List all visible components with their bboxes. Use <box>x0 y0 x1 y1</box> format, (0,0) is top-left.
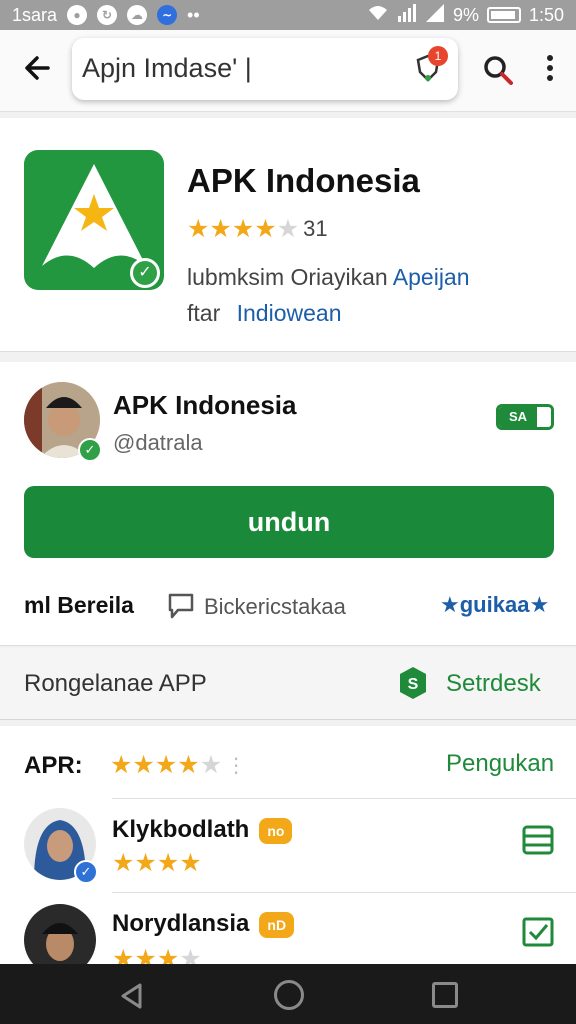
reviewer-name-text: Klykbodlath <box>112 816 250 843</box>
checkbox-icon[interactable] <box>522 916 554 948</box>
download-button[interactable]: undun <box>24 486 554 558</box>
related-action-link[interactable]: Setrdesk <box>446 670 541 698</box>
more-icon: ⋮ <box>226 754 247 777</box>
carrier-label: 1sara <box>12 4 58 25</box>
app-screen: 1sara ● ↻ ☁ ∼ •• 9% 1:50 Apjn Imdase' | … <box>0 0 576 1024</box>
star-left-icon: ★ <box>440 592 460 617</box>
reviews-title: APR: <box>24 752 83 779</box>
chat-bubble-icon[interactable] <box>166 592 196 620</box>
description-text: lubmksim Oriayikan <box>187 264 388 290</box>
svg-text:S: S <box>408 676 419 693</box>
app-title: APK Indonesia <box>187 162 420 199</box>
search-icon[interactable] <box>482 54 514 86</box>
sync-icon: ↻ <box>97 5 118 25</box>
star-icon: ★ <box>132 751 155 779</box>
favorite-label: guikaa <box>459 592 530 617</box>
link-icon: ∼ <box>157 5 178 25</box>
reviewer-badge: nD <box>259 911 295 938</box>
star-empty-icon: ★ <box>199 751 223 779</box>
more-notifications-icon: •• <box>187 4 200 25</box>
battery-percent: 9% <box>452 4 479 25</box>
toggle-label: SA <box>499 407 537 427</box>
verified-check-icon: ✓ <box>130 258 160 288</box>
reviews-section: APR: ★ ★ ★ ★ ★ ⋮ Pengukan ✓ Klykbodlath n… <box>0 726 576 976</box>
clock: 1:50 <box>528 4 564 25</box>
signal-2-icon <box>425 3 445 27</box>
rating-count: 31 <box>303 216 328 241</box>
notification-badge: 1 <box>428 46 448 66</box>
star-icon: ★ <box>187 215 210 243</box>
verified-check-icon: ✓ <box>74 860 98 884</box>
star-icon: ★ <box>179 849 202 877</box>
developer-name[interactable]: APK Indonesia <box>113 390 296 421</box>
toggle-switch[interactable]: SA <box>496 404 554 430</box>
nav-home-icon[interactable] <box>274 980 304 1010</box>
star-icon: ★ <box>254 215 277 243</box>
star-icon: ★ <box>156 849 180 877</box>
app-header-card: ✓ APK Indonesia ★ ★ ★ ★ ★ 31 lubmksim Or… <box>0 118 576 352</box>
app-description-line-2: ftar Indiowean <box>187 300 341 327</box>
star-icon: ★ <box>154 751 178 779</box>
status-bar: 1sara ● ↻ ☁ ∼ •• 9% 1:50 <box>0 0 576 30</box>
back-arrow-icon[interactable] <box>18 48 58 88</box>
signal-icon <box>397 3 417 27</box>
verified-check-icon: ✓ <box>78 438 102 462</box>
star-icon: ★ <box>134 849 157 877</box>
person-icon: ● <box>67 5 88 25</box>
nav-recents-icon[interactable] <box>432 982 458 1008</box>
list-icon[interactable] <box>522 824 554 856</box>
star-icon: ★ <box>209 215 232 243</box>
star-icon: ★ <box>110 751 133 779</box>
reviewer-name[interactable]: Klykbodlath no <box>112 816 293 844</box>
search-bar[interactable]: 1 <box>72 38 458 100</box>
star-icon: ★ <box>112 849 135 877</box>
star-right-icon: ★ <box>529 592 550 617</box>
related-apps-label: Rongelanae APP <box>24 670 207 697</box>
reviewer-name[interactable]: Norydlansia nD <box>112 910 295 938</box>
developer-card: ✓ APK Indonesia @datrala SA undun ml Ber… <box>0 362 576 646</box>
wifi-icon <box>367 4 389 27</box>
action-row: ml Bereila Bickericstakaa ★guikaa★ <box>0 588 576 628</box>
developer-handle: @datrala <box>113 430 203 455</box>
badge-s-icon[interactable]: S <box>398 666 428 700</box>
review-rating: ★ ★ ★ ★ <box>112 850 202 876</box>
star-icon: ★ <box>177 751 200 779</box>
system-nav-bar <box>0 964 576 1024</box>
related-apps-row[interactable]: Rongelanae APP S Setrdesk <box>0 648 576 720</box>
battery-icon <box>486 7 521 23</box>
star-empty-icon: ★ <box>276 215 300 243</box>
action-left-link[interactable]: ml Bereila <box>24 592 134 619</box>
description-text: ftar <box>187 300 221 326</box>
reviewer-name-text: Norydlansia <box>112 910 250 937</box>
app-description-line-1: lubmksim Oriayikan Apeijan <box>187 264 470 291</box>
reviews-rating: ★ ★ ★ ★ ★ ⋮ <box>110 752 246 778</box>
description-link[interactable]: Apeijan <box>393 264 470 290</box>
favorite-link[interactable]: ★guikaa★ <box>440 592 549 618</box>
divider <box>112 798 576 799</box>
app-rating: ★ ★ ★ ★ ★ 31 <box>187 216 328 242</box>
search-input[interactable] <box>82 48 402 88</box>
overflow-menu-icon[interactable] <box>540 52 560 88</box>
reviewer-badge: no <box>259 817 293 844</box>
description-link[interactable]: Indiowean <box>237 300 342 326</box>
comments-link[interactable]: Bickericstakaa <box>204 594 346 620</box>
reviews-action-link[interactable]: Pengukan <box>446 750 554 778</box>
divider <box>112 892 576 893</box>
toolbar: 1 <box>0 30 576 112</box>
star-icon: ★ <box>231 215 255 243</box>
cloud-icon: ☁ <box>127 5 148 25</box>
nav-back-icon[interactable] <box>118 982 146 1010</box>
